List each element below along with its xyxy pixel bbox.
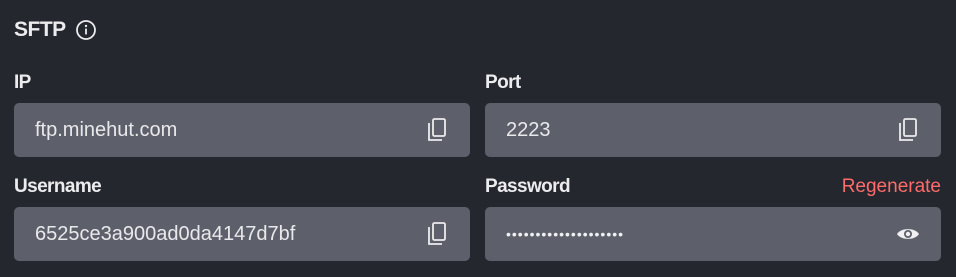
copy-icon[interactable]: [896, 117, 920, 143]
username-label: Username: [14, 176, 102, 197]
ip-value[interactable]: ftp.minehut.com: [35, 119, 425, 142]
copy-icon[interactable]: [425, 117, 449, 143]
password-value[interactable]: ••••••••••••••••••••: [506, 226, 896, 242]
ip-field: ftp.minehut.com: [14, 103, 470, 157]
username-field: 6525ce3a900ad0da4147d7bf: [14, 207, 470, 261]
password-label: Password: [485, 176, 571, 197]
port-label: Port: [485, 72, 521, 93]
section-title: SFTP: [14, 18, 66, 41]
info-icon[interactable]: [75, 19, 97, 41]
regenerate-button[interactable]: Regenerate: [842, 176, 941, 198]
eye-icon[interactable]: [896, 221, 920, 247]
section-header: SFTP: [14, 16, 97, 44]
ip-label: IP: [14, 72, 31, 93]
password-field: ••••••••••••••••••••: [485, 207, 941, 261]
port-value[interactable]: 2223: [506, 119, 896, 142]
username-value[interactable]: 6525ce3a900ad0da4147d7bf: [35, 223, 425, 246]
port-field: 2223: [485, 103, 941, 157]
copy-icon[interactable]: [425, 221, 449, 247]
sftp-panel: SFTP IP ftp.minehut.com Port 2223 Userna…: [0, 0, 956, 277]
